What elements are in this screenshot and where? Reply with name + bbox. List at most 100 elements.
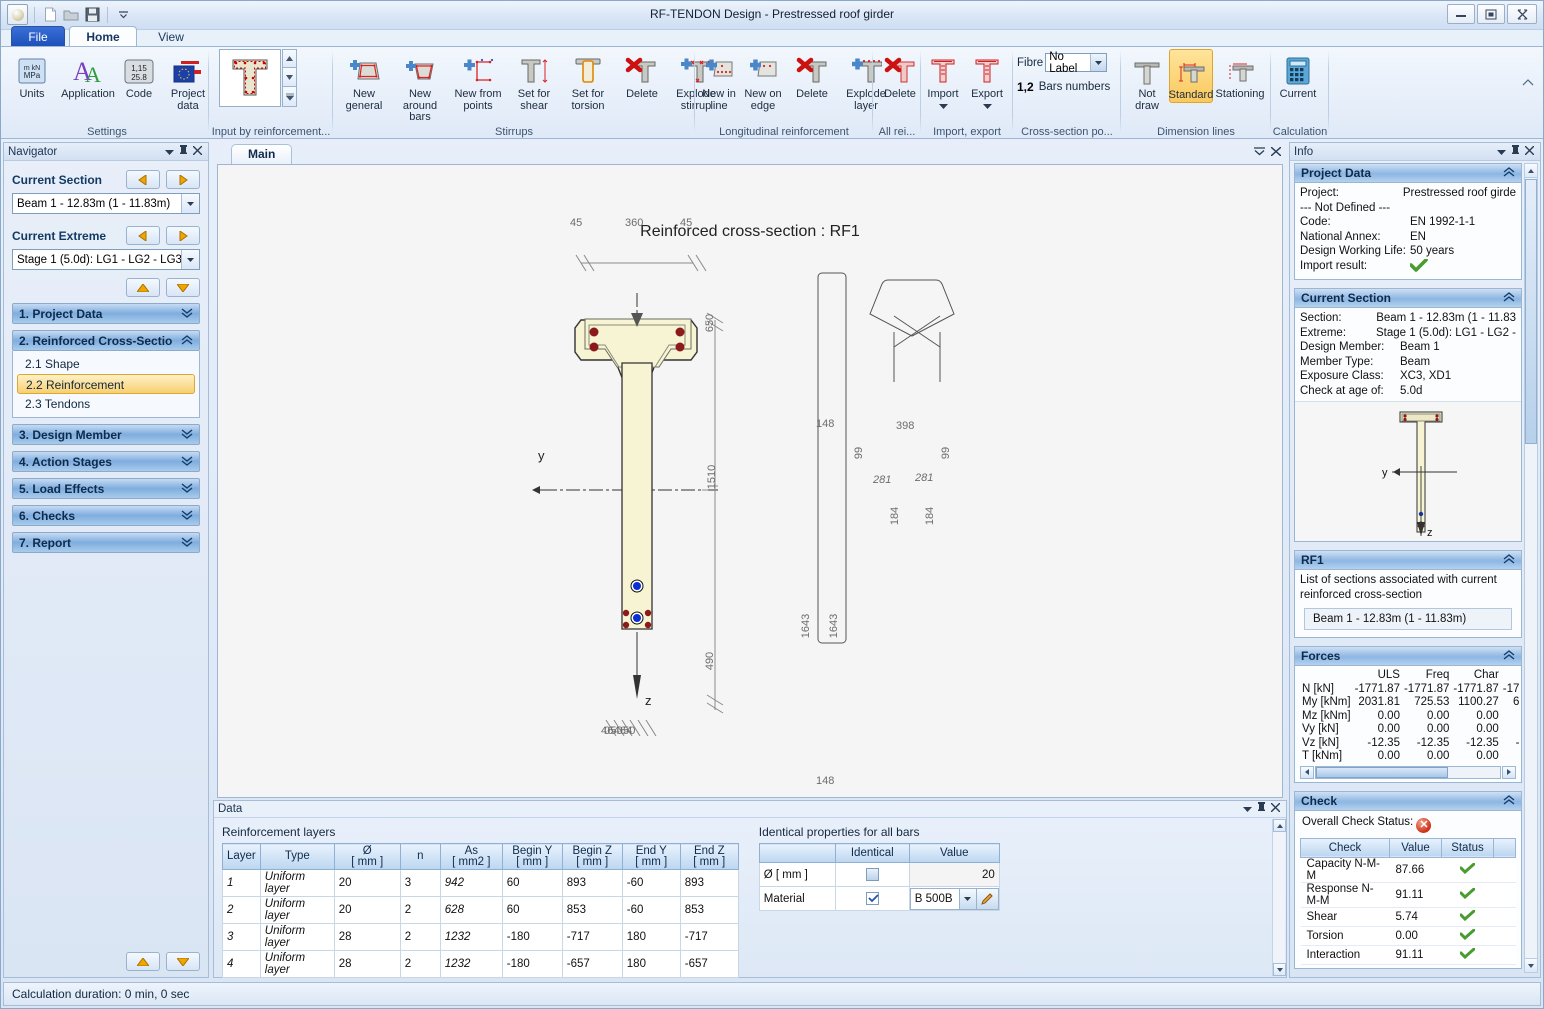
data-scroll-up-button[interactable] xyxy=(1273,819,1286,832)
standard-dim-button[interactable]: Standard xyxy=(1169,49,1213,103)
stationing-button[interactable]: Stationing xyxy=(1213,49,1267,101)
identical-properties-table[interactable]: Identical Value Ø [ mm ] 20 Material B 5… xyxy=(758,843,1000,911)
sidebar-item-reinforcement[interactable]: 2.2 Reinforcement xyxy=(17,374,195,394)
table-row[interactable]: 1 Uniform layer 20 3 942 60 893 -60 893 xyxy=(222,869,739,897)
identical-row-material[interactable]: Material B 500B xyxy=(758,886,1000,911)
fibre-combo[interactable]: No Label xyxy=(1045,51,1108,75)
material-edit-icon[interactable] xyxy=(976,887,999,910)
tab-view[interactable]: View xyxy=(141,26,201,47)
view-menu-icon[interactable] xyxy=(1254,145,1265,159)
info-scroll-up-button[interactable] xyxy=(1525,164,1537,178)
gallery-scroll-down-icon[interactable] xyxy=(282,68,297,87)
chevron-up-icon-project-data[interactable] xyxy=(1503,166,1515,180)
import-button[interactable]: Import xyxy=(921,49,965,112)
current-section-prev-button[interactable] xyxy=(126,170,160,189)
table-row[interactable]: 3 Uniform layer 28 2 1232 -180 -717 180 … xyxy=(222,923,739,951)
current-section-next-button[interactable] xyxy=(166,170,200,189)
current-extreme-next-button[interactable] xyxy=(166,226,200,245)
import-dropdown-icon[interactable] xyxy=(938,101,948,113)
set-for-torsion-button[interactable]: Set for torsion xyxy=(561,49,615,112)
navigator-pin-icon[interactable] xyxy=(176,144,190,159)
window-controls[interactable] xyxy=(1447,4,1537,24)
forces-scroll-thumb[interactable] xyxy=(1316,766,1449,778)
sidebar-item-reinforced-cross-section[interactable]: 2. Reinforced Cross-Sectio xyxy=(12,330,200,351)
navigator-up-button[interactable] xyxy=(126,278,160,297)
reinforcement-layers-table[interactable]: Layer Type Ø[ mm ] n As[ mm2 ] Begin Y[ … xyxy=(222,843,739,978)
identical-value-diameter[interactable]: 20 xyxy=(908,862,1000,887)
current-section-combo[interactable]: Beam 1 - 12.83m (1 - 11.83m) xyxy=(12,193,200,214)
fibre-dropdown-icon[interactable] xyxy=(1090,54,1107,71)
bars-numbers-toggle[interactable]: 1,2 Bars numbers xyxy=(1017,80,1110,94)
new-general-stirrup-button[interactable]: New general xyxy=(337,49,391,112)
data-scroll-down-button[interactable] xyxy=(1273,963,1286,976)
sidebar-item-tendons[interactable]: 2.3 Tendons xyxy=(17,394,195,414)
info-menu-icon[interactable] xyxy=(1494,146,1508,158)
sidebar-item-load-effects[interactable]: 5. Load Effects xyxy=(12,478,200,499)
navigator-menu-icon[interactable] xyxy=(162,146,176,158)
calculate-current-button[interactable]: Current xyxy=(1271,49,1325,101)
sidebar-item-design-member[interactable]: 3. Design Member xyxy=(12,424,200,445)
current-extreme-combo[interactable]: Stage 1 (5.0d): LG1 - LG2 - LG3 xyxy=(12,249,200,270)
code-button[interactable]: 1,15 25.8 Code xyxy=(117,49,161,101)
export-button[interactable]: Export xyxy=(965,49,1009,112)
set-for-shear-button[interactable]: Set for shear xyxy=(507,49,561,112)
data-panel-menu-icon[interactable] xyxy=(1240,803,1254,815)
current-extreme-prev-button[interactable] xyxy=(126,226,160,245)
gallery-scroll-up-icon[interactable] xyxy=(282,49,297,68)
forces-scroll-right-button[interactable] xyxy=(1502,765,1516,779)
identical-checkbox-material[interactable] xyxy=(834,886,910,911)
ribbon-tabstrip[interactable]: File Home View xyxy=(1,26,1543,47)
not-draw-button[interactable]: Not draw xyxy=(1125,49,1169,112)
forces-scroll-track[interactable] xyxy=(1315,765,1501,779)
identical-checkbox-diameter[interactable] xyxy=(834,862,910,887)
current-extreme-dropdown-icon[interactable] xyxy=(181,250,199,269)
table-row[interactable]: 2 Uniform layer 20 2 628 60 853 -60 853 xyxy=(222,896,739,924)
info-scroll-thumb[interactable] xyxy=(1525,179,1537,444)
view-tabstrip[interactable]: Main xyxy=(213,142,1287,164)
tab-file[interactable]: File xyxy=(11,26,65,47)
export-dropdown-icon[interactable] xyxy=(982,101,992,113)
identical-value-material[interactable]: B 500B xyxy=(908,886,1000,911)
rf1-section-item[interactable]: Beam 1 - 12.83m (1 - 11.83m) xyxy=(1304,608,1512,630)
chevron-up-icon-forces[interactable] xyxy=(1503,649,1515,663)
info-panel-scrollbar[interactable] xyxy=(1524,163,1538,973)
new-from-points-button[interactable]: New from points xyxy=(449,49,507,112)
card-header-project-data[interactable]: Project Data xyxy=(1295,164,1521,183)
drawing-canvas[interactable]: Reinforced cross-section : RF1 45 360 45… xyxy=(217,164,1283,798)
close-button[interactable] xyxy=(1507,4,1537,24)
section-thumbnail[interactable]: y z xyxy=(1295,401,1521,541)
new-on-edge-button[interactable]: New on edge xyxy=(741,49,785,112)
sidebar-item-report[interactable]: 7. Report xyxy=(12,532,200,553)
data-panel-pin-icon[interactable] xyxy=(1254,802,1268,816)
navigator-footer-down-button[interactable] xyxy=(166,952,200,971)
view-close-icon[interactable] xyxy=(1270,145,1282,159)
data-panel-close-icon[interactable] xyxy=(1268,802,1282,815)
view-window-controls[interactable] xyxy=(1254,145,1282,159)
current-section-dropdown-icon[interactable] xyxy=(181,194,199,213)
info-pin-icon[interactable] xyxy=(1508,144,1522,159)
sidebar-item-checks[interactable]: 6. Checks xyxy=(12,505,200,526)
table-row[interactable]: 4 Uniform layer 28 2 1232 -180 -657 180 … xyxy=(222,950,739,978)
tab-home[interactable]: Home xyxy=(69,26,137,47)
units-button[interactable]: m kN MPa Units xyxy=(5,49,59,101)
cross-section-gallery-item[interactable] xyxy=(219,49,281,107)
info-close-icon[interactable] xyxy=(1522,145,1536,158)
card-header-rf1[interactable]: RF1 xyxy=(1295,551,1521,570)
application-button[interactable]: AA Application xyxy=(59,49,117,101)
info-scroll-down-button[interactable] xyxy=(1525,958,1537,972)
material-dropdown-icon[interactable] xyxy=(958,887,977,910)
collapse-ribbon-icon[interactable] xyxy=(1521,77,1535,90)
data-panel-scrollbar[interactable] xyxy=(1272,819,1286,976)
navigator-close-icon[interactable] xyxy=(190,145,204,158)
gallery-expand-icon[interactable] xyxy=(282,87,297,107)
new-around-bars-button[interactable]: New around bars xyxy=(391,49,449,124)
card-header-check[interactable]: Check xyxy=(1295,791,1521,811)
minimize-button[interactable] xyxy=(1447,4,1475,24)
forces-horizontal-scrollbar[interactable] xyxy=(1300,765,1516,779)
identical-row-diameter[interactable]: Ø [ mm ] 20 xyxy=(758,862,1000,887)
navigator-down-button[interactable] xyxy=(166,278,200,297)
sidebar-item-project-data[interactable]: 1. Project Data xyxy=(12,303,200,324)
maximize-button[interactable] xyxy=(1477,4,1505,24)
chevron-up-icon-check[interactable] xyxy=(1503,794,1515,808)
card-header-forces[interactable]: Forces xyxy=(1295,647,1521,666)
